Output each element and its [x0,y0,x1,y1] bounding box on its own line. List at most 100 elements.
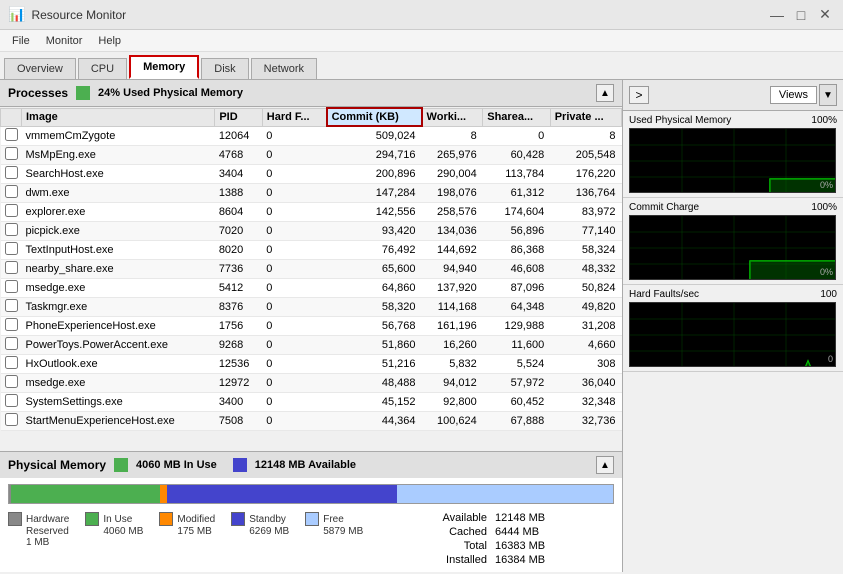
row-hard: 0 [262,392,326,411]
table-row[interactable]: TextInputHost.exe 8020 0 76,492 144,692 … [1,240,622,259]
menu-monitor[interactable]: Monitor [38,33,91,49]
table-row[interactable]: nearby_share.exe 7736 0 65,600 94,940 46… [1,259,622,278]
main-layout: Processes 24% Used Physical Memory ▲ Ima… [0,80,843,572]
chart-used-physical: Used Physical Memory 100% 0% [623,111,843,198]
table-row[interactable]: dwm.exe 1388 0 147,284 198,076 61,312 13… [1,183,622,202]
physical-memory-collapse-button[interactable]: ▲ [596,456,614,474]
legend-inuse-value: 4060 MB [103,526,143,537]
row-sharable: 46,608 [483,259,550,278]
views-button[interactable]: Views [770,86,817,104]
chart-commit-charge: Commit Charge 100% 0% [623,198,843,285]
col-private[interactable]: Private ... [550,108,621,126]
row-pid: 1388 [215,183,262,202]
row-working: 16,260 [422,335,483,354]
row-checkbox[interactable] [1,126,22,145]
col-sharable[interactable]: Sharea... [483,108,550,126]
table-row[interactable]: msedge.exe 5412 0 64,860 137,920 87,096 … [1,278,622,297]
chart-label-1: Used Physical Memory 100% [629,115,837,126]
row-image: msedge.exe [22,373,215,392]
row-image: msedge.exe [22,278,215,297]
row-commit: 294,716 [327,145,422,164]
tab-overview[interactable]: Overview [4,58,76,79]
row-checkbox[interactable] [1,145,22,164]
row-checkbox[interactable] [1,411,22,430]
row-pid: 12064 [215,126,262,145]
legend-inuse-label: In Use [103,514,132,525]
table-row[interactable]: Taskmgr.exe 8376 0 58,320 114,168 64,348… [1,297,622,316]
tab-network[interactable]: Network [251,58,317,79]
row-working: 94,012 [422,373,483,392]
table-row[interactable]: vmmemCmZygote 12064 0 509,024 8 0 8 [1,126,622,145]
row-pid: 8376 [215,297,262,316]
row-private: 176,220 [550,164,621,183]
tab-memory[interactable]: Memory [129,55,199,79]
row-image: HxOutlook.exe [22,354,215,373]
memory-bar [8,484,614,504]
menu-help[interactable]: Help [90,33,129,49]
row-checkbox[interactable] [1,392,22,411]
views-dropdown-arrow[interactable]: ▼ [819,84,837,106]
row-checkbox[interactable] [1,297,22,316]
table-row[interactable]: picpick.exe 7020 0 93,420 134,036 56,896… [1,221,622,240]
legend-hw-box [8,512,22,526]
maximize-button[interactable]: □ [791,6,811,24]
table-row[interactable]: msedge.exe 12972 0 48,488 94,012 57,972 … [1,373,622,392]
row-checkbox[interactable] [1,183,22,202]
chart-bg-3: 0 [629,302,836,367]
menu-file[interactable]: File [4,33,38,49]
row-sharable: 5,524 [483,354,550,373]
col-pid[interactable]: PID [215,108,262,126]
row-commit: 200,896 [327,164,422,183]
row-checkbox[interactable] [1,259,22,278]
row-private: 36,040 [550,373,621,392]
menu-bar: File Monitor Help [0,30,843,52]
cpu-usage-indicator [76,86,90,100]
row-pid: 8020 [215,240,262,259]
stat-total-value: 16383 MB [495,540,545,552]
row-checkbox[interactable] [1,278,22,297]
app-icon: 📊 [8,6,25,23]
expand-button[interactable]: > [629,86,649,104]
row-pid: 3400 [215,392,262,411]
table-row[interactable]: PowerToys.PowerAccent.exe 9268 0 51,860 … [1,335,622,354]
table-row[interactable]: PhoneExperienceHost.exe 1756 0 56,768 16… [1,316,622,335]
row-checkbox[interactable] [1,164,22,183]
close-button[interactable]: ✕ [815,6,835,24]
row-checkbox[interactable] [1,373,22,392]
row-image: explorer.exe [22,202,215,221]
row-checkbox[interactable] [1,354,22,373]
row-sharable: 11,600 [483,335,550,354]
table-row[interactable]: HxOutlook.exe 12536 0 51,216 5,832 5,524… [1,354,622,373]
memory-legend: Hardware Reserved 1 MB In Use 4060 [8,512,414,548]
col-commit[interactable]: Commit (KB) [327,108,422,126]
col-working[interactable]: Worki... [422,108,483,126]
row-checkbox[interactable] [1,240,22,259]
row-checkbox[interactable] [1,202,22,221]
col-hard[interactable]: Hard F... [262,108,326,126]
row-commit: 142,556 [327,202,422,221]
minimize-button[interactable]: — [767,6,787,24]
stat-installed: Installed 16384 MB [422,554,614,566]
available-indicator [233,458,247,472]
table-row[interactable]: StartMenuExperienceHost.exe 7508 0 44,36… [1,411,622,430]
row-private: 77,140 [550,221,621,240]
row-checkbox[interactable] [1,316,22,335]
row-private: 32,348 [550,392,621,411]
row-checkbox[interactable] [1,335,22,354]
table-row[interactable]: MsMpEng.exe 4768 0 294,716 265,976 60,42… [1,145,622,164]
col-checkbox[interactable] [1,108,22,126]
table-row[interactable]: explorer.exe 8604 0 142,556 258,576 174,… [1,202,622,221]
process-table-container[interactable]: Image PID Hard F... Commit (KB) Worki...… [0,107,622,451]
table-row[interactable]: SystemSettings.exe 3400 0 45,152 92,800 … [1,392,622,411]
row-private: 49,820 [550,297,621,316]
tab-disk[interactable]: Disk [201,58,248,79]
row-sharable: 0 [483,126,550,145]
col-image[interactable]: Image [22,108,215,126]
row-checkbox[interactable] [1,221,22,240]
row-image: PhoneExperienceHost.exe [22,316,215,335]
row-image: vmmemCmZygote [22,126,215,145]
row-sharable: 56,896 [483,221,550,240]
processes-collapse-button[interactable]: ▲ [596,84,614,102]
tab-cpu[interactable]: CPU [78,58,127,79]
table-row[interactable]: SearchHost.exe 3404 0 200,896 290,004 11… [1,164,622,183]
